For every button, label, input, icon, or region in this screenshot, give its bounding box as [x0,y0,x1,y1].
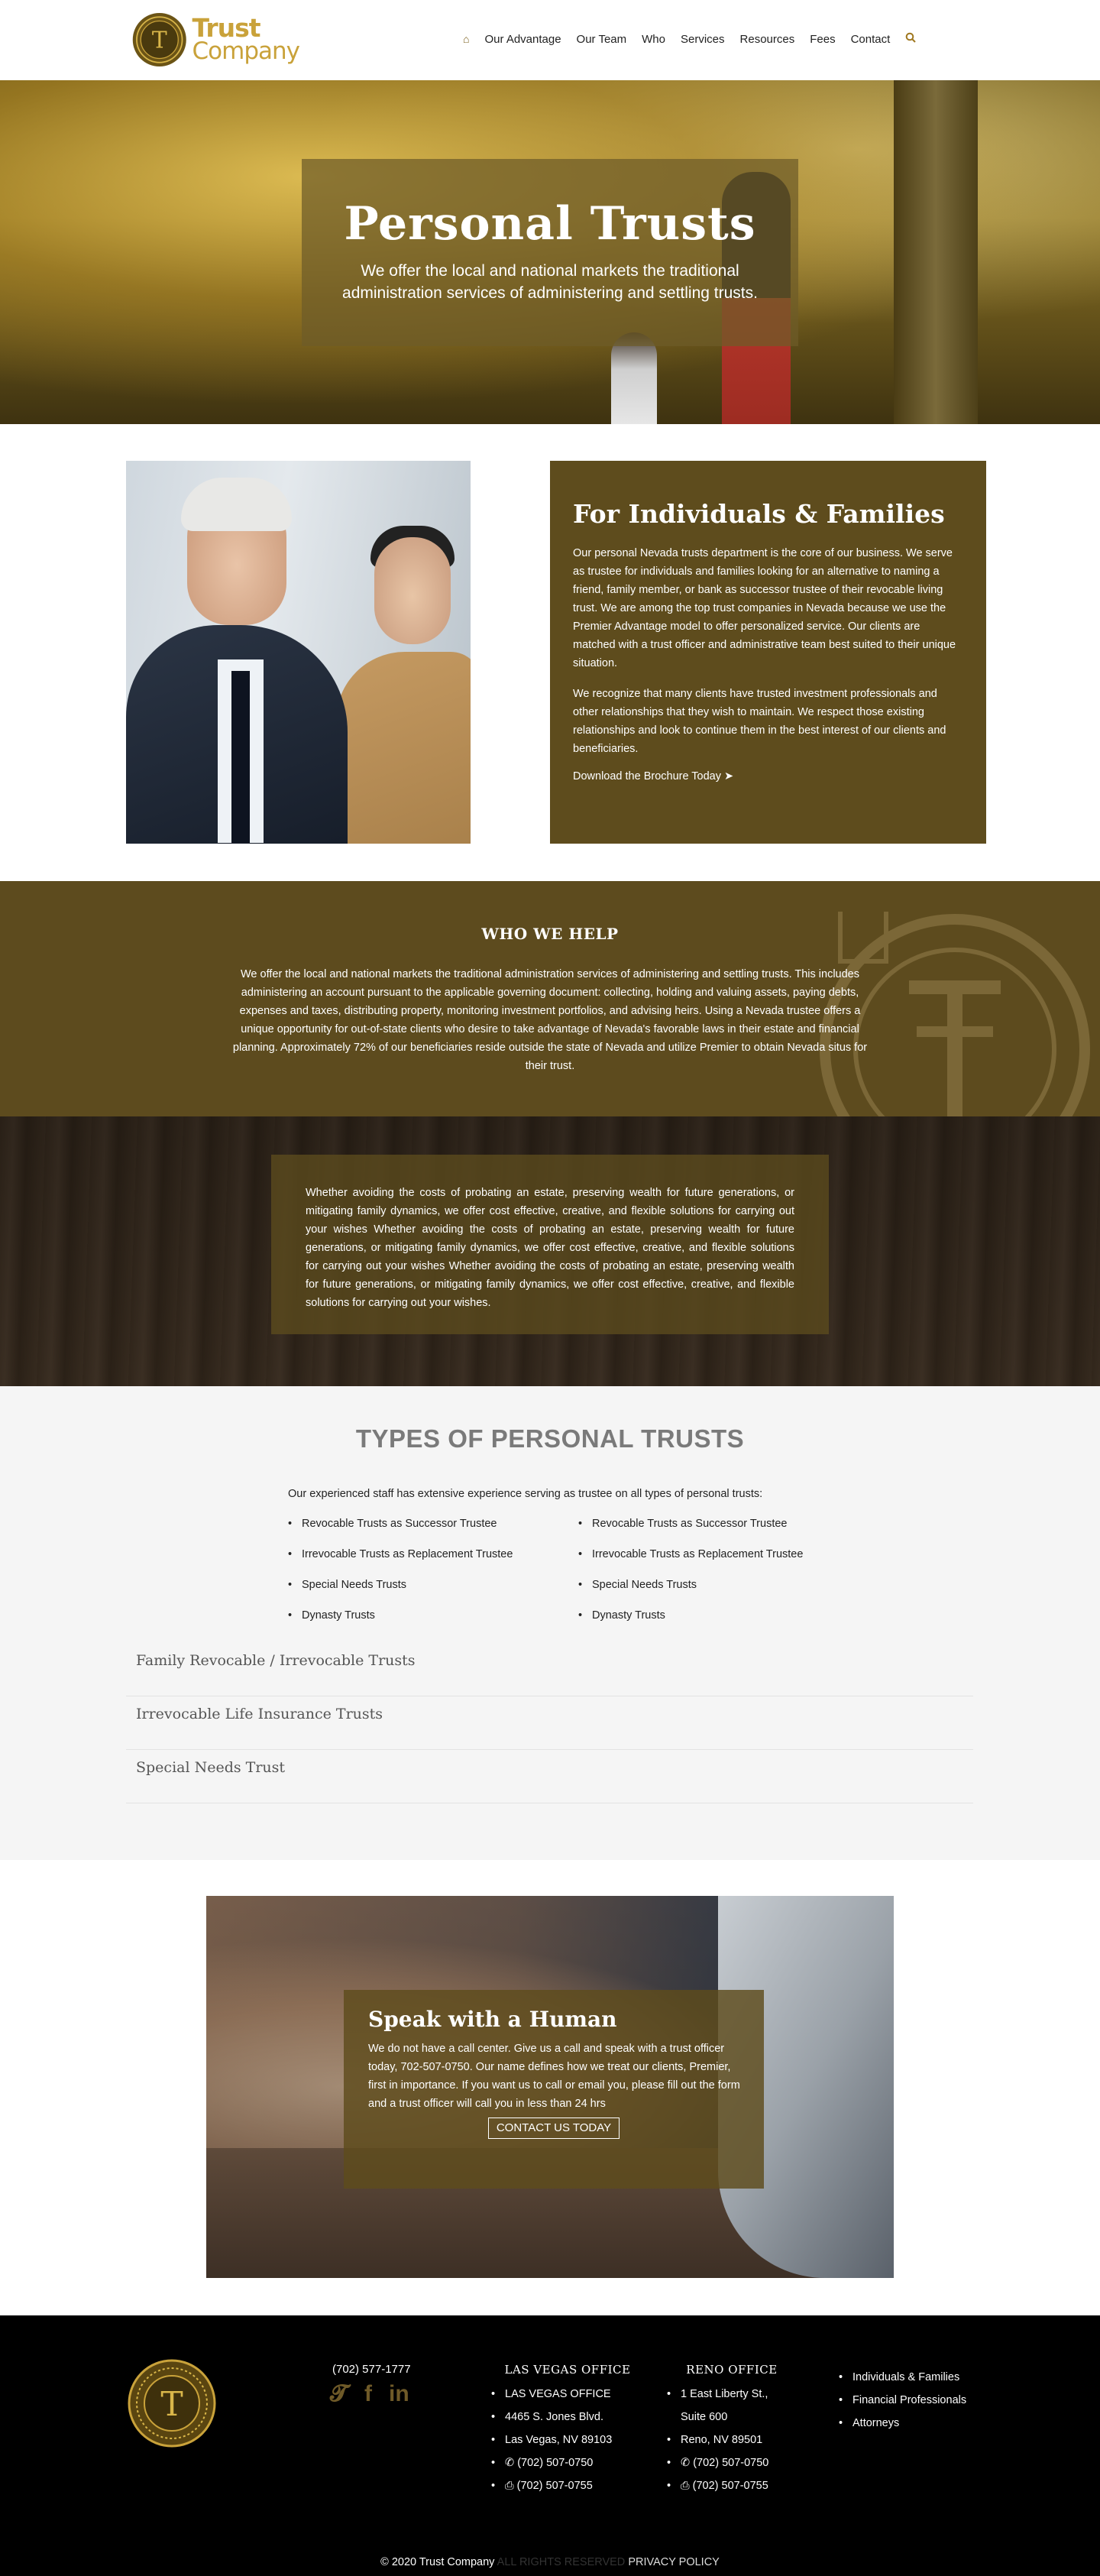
contact-promo-title: Speak with a Human [368,2007,617,2032]
list-item: 1 East Liberty St., [667,2383,797,2406]
nav-our-advantage[interactable]: Our Advantage [484,33,561,46]
site-footer: T (702) 577-1777 𝓣 f in LAS VEGAS OFFICE… [0,2315,1100,2576]
logo-emblem-icon: T [132,12,186,67]
list-item[interactable]: ⎙ (702) 507-0755 [667,2474,797,2497]
logo[interactable]: T Trust Company [131,5,300,75]
list-item: Revocable Trusts as Successor Trustee [288,1515,513,1545]
hero-subtitle: We offer the local and national markets … [342,262,758,302]
accordion-special-needs[interactable]: Special Needs Trust [126,1750,973,1803]
twitter-icon[interactable]: 𝓣 [330,2381,348,2407]
logo-text-line2: Company [192,37,300,65]
nav-fees[interactable]: Fees [810,33,835,46]
list-item: Dynasty Trusts [578,1606,803,1637]
arrow-right-icon: ➤ [724,770,734,783]
individuals-title: For Individuals & Families [573,499,945,529]
social-links: 𝓣 f in [330,2381,409,2407]
list-item: Dynasty Trusts [288,1606,513,1637]
individuals-paragraph-1: Our personal Nevada trusts department is… [573,547,956,669]
footer-bottom-bar: © 2020 Trust Company ALL RIGHTS RESERVED… [0,2556,1100,2568]
contact-us-button[interactable]: CONTACT US TODAY [488,2118,620,2139]
list-item: Special Needs Trusts [578,1576,803,1606]
site-header: T Trust Company ⌂ Our Advantage Our Team… [0,0,1100,80]
contact-promo-image: Speak with a Human We do not have a call… [206,1896,894,2278]
list-item[interactable]: ⎙ (702) 507-0755 [491,2474,644,2497]
individuals-panel: For Individuals & Families Our personal … [550,461,986,844]
privacy-policy-link[interactable]: PRIVACY POLICY [628,2556,720,2568]
contact-promo-text: We do not have a call center. Give us a … [368,2043,740,2110]
hero-background-child [611,332,657,424]
types-title: TYPES OF PERSONAL TRUSTS [355,1424,745,1453]
download-brochure-link[interactable]: Download the Brochure Today ➤ [573,770,963,783]
logo-text-line1: Trust [192,13,261,43]
fax-icon: ⎙ [505,2480,517,2492]
footer-logo-icon[interactable]: T [126,2357,218,2449]
hero-background-tree [894,80,978,424]
search-icon[interactable] [905,32,916,46]
list-item: Las Vegas, NV 89103 [491,2429,644,2451]
phone-icon: ✆ [681,2457,694,2469]
types-list-right: Revocable Trusts as Successor Trustee Ir… [578,1515,803,1637]
hero-banner: Personal Trusts We offer the local and n… [0,80,1100,424]
reno-office-title: RENO OFFICE [686,2363,778,2377]
types-list-left: Revocable Trusts as Successor Trustee Ir… [288,1515,513,1637]
facebook-icon[interactable]: f [364,2381,372,2407]
footer-links: Individuals & Families Financial Profess… [839,2363,992,2435]
list-item[interactable]: ✆ (702) 507-0750 [667,2451,797,2474]
footer-link-attorneys[interactable]: Attorneys [839,2412,992,2435]
list-item: Irrevocable Trusts as Replacement Truste… [288,1545,513,1576]
list-item: Special Needs Trusts [288,1576,513,1606]
contact-promo-box: Speak with a Human We do not have a call… [344,1990,764,2189]
download-brochure-label: Download the Brochure Today [573,770,721,783]
home-icon[interactable]: ⌂ [463,33,469,45]
fax-icon: ⎙ [681,2480,693,2492]
rights-reserved: ALL RIGHTS RESERVED [497,2556,626,2568]
nav-who[interactable]: Who [642,33,665,46]
list-item: LAS VEGAS OFFICE [491,2383,644,2406]
list-item: Revocable Trusts as Successor Trustee [578,1515,803,1545]
footer-link-financial[interactable]: Financial Professionals [839,2389,992,2412]
solutions-text-box: Whether avoiding the costs of probating … [271,1155,829,1334]
main-nav: ⌂ Our Advantage Our Team Who Services Re… [455,29,924,49]
nav-contact[interactable]: Contact [851,33,891,46]
list-item[interactable]: ✆ (702) 507-0750 [491,2451,644,2474]
types-of-trusts-section: TYPES OF PERSONAL TRUSTS Our experienced… [0,1386,1100,1860]
las-vegas-office-title: LAS VEGAS OFFICE [504,2363,631,2377]
footer-link-individuals[interactable]: Individuals & Families [839,2366,992,2389]
copyright: © 2020 Trust Company [380,2556,495,2568]
solutions-section: Whether avoiding the costs of probating … [0,1116,1100,1386]
who-we-help-section: WHO WE HELP We offer the local and natio… [0,881,1100,1116]
list-item: Suite 600 [681,2411,728,2423]
hero-text-box: Personal Trusts We offer the local and n… [302,159,798,346]
list-item: Reno, NV 89501 [667,2429,797,2451]
footer-phone[interactable]: (702) 577-1777 [332,2363,411,2376]
linkedin-icon[interactable]: in [389,2381,409,2407]
svg-text:T: T [152,28,167,54]
who-we-help-text: We offer the local and national markets … [232,968,868,1072]
accordion-family-revocable[interactable]: Family Revocable / Irrevocable Trusts [126,1643,973,1696]
nav-resources[interactable]: Resources [740,33,795,46]
list-item: Irrevocable Trusts as Replacement Truste… [578,1545,803,1576]
list-item: 4465 S. Jones Blvd. [491,2406,644,2429]
las-vegas-office: LAS VEGAS OFFICE LAS VEGAS OFFICE 4465 S… [491,2363,644,2497]
individuals-paragraph-2: We recognize that many clients have trus… [573,688,946,755]
solutions-text: Whether avoiding the costs of probating … [306,1187,794,1309]
individuals-photo [126,461,471,844]
nav-our-team[interactable]: Our Team [577,33,627,46]
phone-icon: ✆ [505,2457,518,2469]
nav-services[interactable]: Services [681,33,725,46]
svg-text:T: T [160,2385,183,2424]
accordion-life-insurance[interactable]: Irrevocable Life Insurance Trusts [126,1696,973,1750]
reno-office: RENO OFFICE 1 East Liberty St., Suite 60… [667,2363,797,2497]
page-title: Personal Trusts [344,197,756,251]
types-intro: Our experienced staff has extensive expe… [288,1488,763,1500]
who-we-help-title: WHO WE HELP [481,925,619,943]
